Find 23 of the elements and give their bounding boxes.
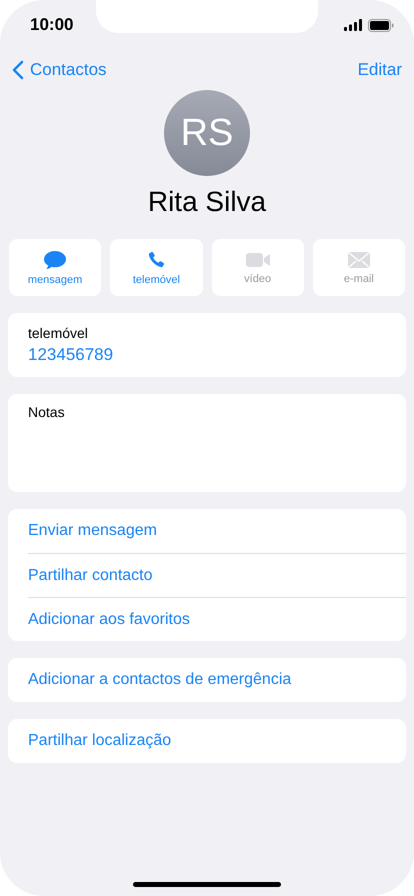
phone-icon [146,250,166,270]
back-link[interactable]: Contactos [12,60,107,80]
action-button[interactable]: telemóvel [110,239,202,296]
chevron-left-icon [12,60,24,80]
field-label: telemóvel [28,325,89,341]
option-row[interactable]: Adicionar aos favoritos [28,597,406,641]
option-row[interactable]: Partilhar localização [28,719,406,763]
battery-icon [368,18,394,32]
action-button[interactable]: mensagem [9,239,102,296]
edit-link[interactable]: Editar [358,60,402,80]
contact-name: Rita Silva [148,186,266,218]
back-label: Contactos [30,60,107,80]
status-time: 10:00 [30,15,74,35]
speech-bubble-icon [43,250,68,270]
envelope-icon [346,250,371,268]
option-row[interactable]: Partilhar contacto [28,553,406,597]
option-row[interactable]: Enviar mensagem [28,509,406,553]
option-row[interactable]: Adicionar a contactos de emergência [28,658,406,702]
video-camera-icon [244,250,271,268]
phone-number-link[interactable]: 123456789 [28,345,386,365]
signal-icon [344,19,362,31]
avatar-initials: RS [164,90,250,176]
notes-label: Notas [28,404,65,420]
